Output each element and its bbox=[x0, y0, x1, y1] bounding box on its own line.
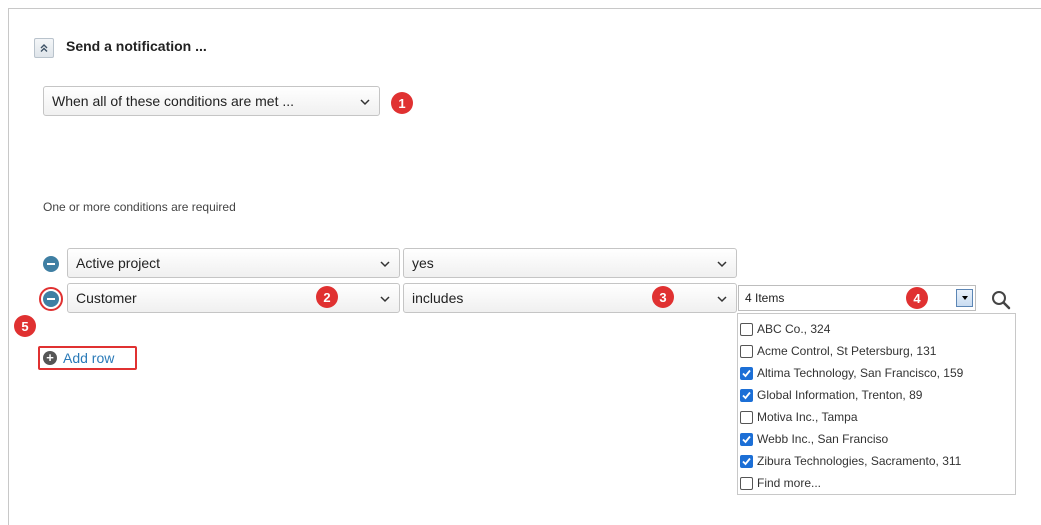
customer-dropdown-list: ABC Co., 324 Acme Control, St Petersburg… bbox=[737, 313, 1016, 495]
condition-mode-value: When all of these conditions are met ... bbox=[52, 93, 295, 109]
list-item[interactable]: ABC Co., 324 bbox=[738, 318, 1015, 340]
list-item[interactable]: Webb Inc., San Franciso bbox=[738, 428, 1015, 450]
condition-operator-select[interactable]: yes bbox=[403, 248, 737, 278]
condition-field-value: Customer bbox=[76, 290, 137, 306]
callout-badge-3: 3 bbox=[652, 286, 674, 308]
callout-badge-2: 2 bbox=[316, 286, 338, 308]
list-item-label: ABC Co., 324 bbox=[757, 322, 831, 336]
checkbox[interactable] bbox=[740, 410, 753, 424]
list-item-label: Find more... bbox=[757, 476, 822, 490]
double-chevron-up-icon bbox=[40, 44, 48, 52]
checkbox[interactable] bbox=[740, 366, 753, 380]
list-item-label: Acme Control, St Petersburg, 131 bbox=[757, 344, 937, 358]
checkbox[interactable] bbox=[740, 432, 753, 446]
list-item-label: Webb Inc., San Franciso bbox=[757, 432, 889, 446]
callout-badge-4: 4 bbox=[906, 287, 928, 309]
list-item-label: Altima Technology, San Francisco, 159 bbox=[757, 366, 964, 380]
callout-badge-5: 5 bbox=[14, 315, 36, 337]
condition-field-select[interactable]: Active project bbox=[67, 248, 400, 278]
list-item-label: Global Information, Trenton, 89 bbox=[757, 388, 923, 402]
condition-field-select[interactable]: Customer bbox=[67, 283, 400, 313]
condition-operator-value: yes bbox=[412, 255, 434, 271]
list-item[interactable]: Acme Control, St Petersburg, 131 bbox=[738, 340, 1015, 362]
list-item[interactable]: Altima Technology, San Francisco, 159 bbox=[738, 362, 1015, 384]
chevron-down-icon bbox=[380, 261, 390, 268]
plus-circle-icon: + bbox=[43, 351, 57, 365]
section-title: Send a notification ... bbox=[66, 38, 207, 54]
checkbox[interactable] bbox=[740, 322, 753, 336]
search-icon[interactable] bbox=[990, 289, 1012, 311]
chevron-down-icon bbox=[360, 99, 370, 106]
checkbox[interactable] bbox=[740, 388, 753, 402]
chevron-down-icon bbox=[717, 261, 727, 268]
chevron-down-icon bbox=[380, 296, 390, 303]
dropdown-arrow-icon[interactable] bbox=[956, 289, 973, 307]
list-item[interactable]: Find more... bbox=[738, 472, 1015, 494]
list-item-label: Motiva Inc., Tampa bbox=[757, 410, 858, 424]
condition-operator-select[interactable]: includes bbox=[403, 283, 737, 313]
list-item[interactable]: Global Information, Trenton, 89 bbox=[738, 384, 1015, 406]
checkbox[interactable] bbox=[740, 454, 753, 468]
condition-mode-select[interactable]: When all of these conditions are met ... bbox=[43, 86, 380, 116]
checkbox[interactable] bbox=[740, 476, 753, 490]
checkbox[interactable] bbox=[740, 344, 753, 358]
remove-row-icon[interactable] bbox=[43, 256, 59, 272]
value-multiselect[interactable]: 4 Items bbox=[738, 285, 976, 311]
value-multiselect-text: 4 Items bbox=[745, 291, 785, 305]
callout-badge-1: 1 bbox=[391, 92, 413, 114]
list-item-label: Zibura Technologies, Sacramento, 311 bbox=[757, 454, 962, 468]
collapse-section-button[interactable] bbox=[34, 38, 54, 58]
remove-row-icon[interactable] bbox=[43, 291, 59, 307]
condition-operator-value: includes bbox=[412, 290, 464, 306]
add-row-label: Add row bbox=[63, 350, 115, 366]
list-item[interactable]: Zibura Technologies, Sacramento, 311 bbox=[738, 450, 1015, 472]
chevron-down-icon bbox=[717, 296, 727, 303]
condition-field-value: Active project bbox=[76, 255, 161, 271]
list-item[interactable]: Motiva Inc., Tampa bbox=[738, 406, 1015, 428]
add-row-button[interactable]: + Add row bbox=[38, 346, 137, 370]
required-note: One or more conditions are required bbox=[43, 200, 236, 214]
